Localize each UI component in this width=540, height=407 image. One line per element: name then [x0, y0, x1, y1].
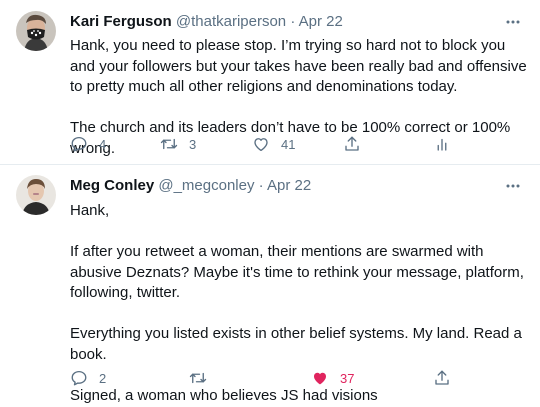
separator: ·: [290, 13, 296, 30]
tweet-date[interactable]: Apr 22: [299, 13, 343, 30]
reply-button[interactable]: 4: [70, 132, 106, 156]
like-button[interactable]: 41: [252, 132, 295, 156]
tweet-header: Meg Conley @_megconley · Apr 22: [70, 176, 520, 196]
like-icon-filled: [311, 369, 329, 387]
avatar-image: [16, 175, 56, 215]
tweet-paragraph: Everything you listed exists in other be…: [70, 325, 522, 363]
tweet-actions: 2 37: [60, 366, 540, 390]
retweet-icon: [160, 135, 178, 153]
tweet-paragraph: If after you retweet a woman, their ment…: [70, 243, 524, 301]
avatar[interactable]: [16, 175, 56, 215]
retweet-icon: [189, 369, 207, 387]
analytics-button[interactable]: [433, 132, 451, 156]
more-icon[interactable]: [504, 176, 522, 196]
like-button[interactable]: 37: [311, 366, 354, 390]
author-handle[interactable]: @thatkariperson: [176, 13, 286, 30]
reply-icon: [70, 135, 88, 153]
author-name[interactable]: Meg Conley: [70, 177, 154, 194]
like-icon: [252, 135, 270, 153]
tweet-actions: 4 3 41: [60, 132, 540, 156]
tweet-paragraph: Hank, you need to please stop. I’m tryin…: [70, 37, 527, 95]
like-count: 37: [340, 370, 355, 386]
separator: ·: [258, 177, 264, 194]
reply-count: 4: [99, 136, 107, 152]
like-count: 41: [281, 136, 296, 152]
share-icon: [433, 369, 451, 387]
analytics-icon: [433, 135, 451, 153]
author-handle[interactable]: @_megconley: [158, 177, 254, 194]
tweet-date[interactable]: Apr 22: [267, 177, 311, 194]
avatar[interactable]: [16, 11, 56, 51]
more-icon[interactable]: [504, 12, 522, 32]
tweet-paragraph: Hank,: [70, 202, 110, 219]
retweet-button[interactable]: [189, 366, 207, 390]
share-button[interactable]: [433, 366, 451, 390]
tweet-header: Kari Ferguson @thatkariperson · Apr 22: [70, 12, 520, 32]
retweet-button[interactable]: 3: [160, 132, 196, 156]
share-button[interactable]: [343, 132, 361, 156]
reply-icon: [70, 369, 88, 387]
author-name[interactable]: Kari Ferguson: [70, 13, 172, 30]
retweet-count: 3: [189, 136, 197, 152]
tweet-meg-conley[interactable]: Meg Conley @_megconley · Apr 22 Hank, If…: [0, 165, 540, 407]
tweet-kari-ferguson[interactable]: Kari Ferguson @thatkariperson · Apr 22 H…: [0, 0, 540, 165]
avatar-image: [16, 11, 56, 51]
reply-button[interactable]: 2: [70, 366, 106, 390]
reply-count: 2: [99, 370, 107, 386]
share-icon: [343, 135, 361, 153]
